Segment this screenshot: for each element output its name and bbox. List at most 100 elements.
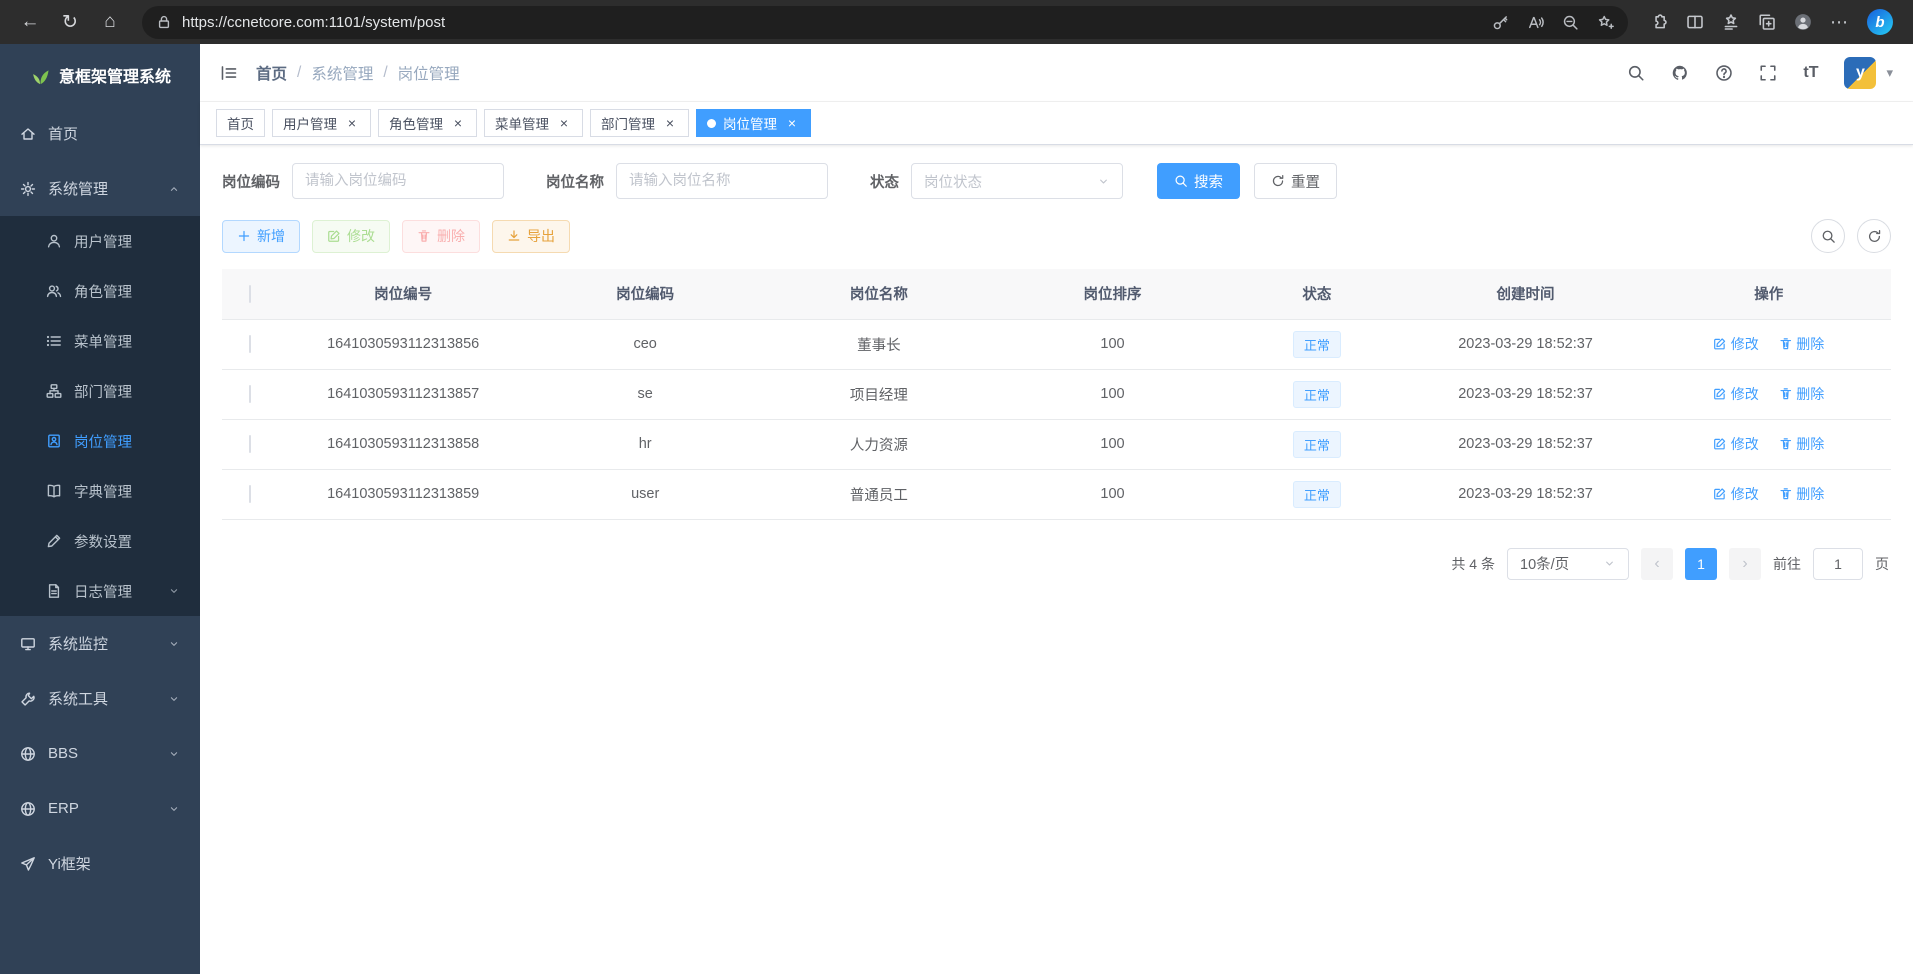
- bing-copilot-icon[interactable]: b: [1867, 9, 1893, 35]
- fullscreen-icon[interactable]: [1759, 64, 1777, 82]
- header-search-icon[interactable]: [1627, 64, 1645, 82]
- zoom-out-icon[interactable]: [1562, 14, 1579, 31]
- close-icon[interactable]: ×: [344, 115, 360, 131]
- user-avatar[interactable]: y: [1844, 57, 1876, 89]
- add-favorite-icon[interactable]: [1597, 14, 1614, 31]
- tab-user-mgmt[interactable]: 用户管理 ×: [272, 109, 371, 137]
- close-icon[interactable]: ×: [556, 115, 572, 131]
- chevron-down-icon: [168, 748, 180, 760]
- row-edit-link[interactable]: 修改: [1713, 384, 1759, 404]
- refresh-table-button[interactable]: [1857, 219, 1891, 253]
- tab-label: 部门管理: [601, 113, 655, 133]
- post-name-input[interactable]: [616, 163, 828, 199]
- page-size-select[interactable]: 10条/页: [1507, 548, 1629, 580]
- delete-button[interactable]: 删除: [402, 220, 480, 253]
- sidebar-subitem-dept-mgmt[interactable]: 部门管理: [0, 366, 200, 416]
- browser-toolbar: ← ↻ ⌂ https://ccnetcore.com:1101/system/…: [0, 0, 1913, 44]
- address-bar[interactable]: https://ccnetcore.com:1101/system/post: [142, 6, 1628, 39]
- row-checkbox[interactable]: [249, 335, 251, 353]
- next-page-button[interactable]: ›: [1729, 548, 1761, 580]
- prev-page-button[interactable]: ‹: [1641, 548, 1673, 580]
- add-button-label: 新增: [257, 226, 285, 246]
- status-select-placeholder: 岗位状态: [924, 171, 982, 192]
- app-logo[interactable]: 意框架管理系统: [0, 44, 200, 106]
- reset-button[interactable]: 重置: [1254, 163, 1337, 199]
- row-checkbox[interactable]: [249, 435, 251, 453]
- chevron-down-icon: [1097, 175, 1110, 188]
- collections-icon[interactable]: [1758, 13, 1776, 31]
- sidebar-item-system-monitor[interactable]: 系统监控: [0, 616, 200, 671]
- browser-back-button[interactable]: ←: [12, 4, 48, 40]
- search-icon: [1821, 229, 1836, 244]
- row-edit-link[interactable]: 修改: [1713, 484, 1759, 504]
- breadcrumb-system-mgmt: 系统管理: [311, 62, 373, 84]
- tab-home[interactable]: 首页: [216, 109, 265, 137]
- row-delete-link[interactable]: 删除: [1779, 334, 1825, 354]
- export-button[interactable]: 导出: [492, 220, 570, 253]
- sidebar-subitem-param-settings[interactable]: 参数设置: [0, 516, 200, 566]
- browser-menu-icon[interactable]: ⋯: [1830, 13, 1849, 31]
- status-badge: 正常: [1293, 481, 1341, 508]
- sidebar-subitem-post-mgmt[interactable]: 岗位管理: [0, 416, 200, 466]
- sidebar-toggle-button[interactable]: [220, 64, 238, 82]
- edit-button[interactable]: 修改: [312, 220, 390, 253]
- tab-dept-mgmt[interactable]: 部门管理 ×: [590, 109, 689, 137]
- search-button[interactable]: 搜索: [1157, 163, 1240, 199]
- row-delete-label: 删除: [1796, 484, 1824, 504]
- goto-page-input[interactable]: [1813, 548, 1863, 580]
- sidebar-item-bbs[interactable]: BBS: [0, 726, 200, 781]
- site-lock-icon: [156, 14, 172, 30]
- sidebar-subitem-role-mgmt[interactable]: 角色管理: [0, 266, 200, 316]
- tab-role-mgmt[interactable]: 角色管理 ×: [378, 109, 477, 137]
- split-screen-icon[interactable]: [1686, 13, 1704, 31]
- close-icon[interactable]: ×: [450, 115, 466, 131]
- close-icon[interactable]: ×: [662, 115, 678, 131]
- row-checkbox[interactable]: [249, 385, 251, 403]
- sidebar-item-label: ERP: [48, 800, 79, 817]
- tab-label: 首页: [227, 113, 254, 133]
- breadcrumb-home[interactable]: 首页: [256, 62, 287, 84]
- sidebar-item-erp[interactable]: ERP: [0, 781, 200, 836]
- browser-refresh-button[interactable]: ↻: [52, 4, 88, 40]
- search-icon: [1174, 174, 1188, 188]
- row-delete-link[interactable]: 删除: [1779, 484, 1825, 504]
- row-checkbox[interactable]: [249, 485, 251, 503]
- breadcrumb: 首页 / 系统管理 / 岗位管理: [256, 62, 460, 84]
- browser-profile-avatar[interactable]: [1794, 13, 1812, 31]
- sidebar-item-home[interactable]: 首页: [0, 106, 200, 161]
- close-icon[interactable]: ×: [784, 115, 800, 131]
- font-size-icon[interactable]: tT: [1803, 64, 1818, 82]
- favorites-icon[interactable]: [1722, 13, 1740, 31]
- add-button[interactable]: 新增: [222, 220, 300, 253]
- avatar-caret-icon[interactable]: ▾: [1886, 65, 1893, 81]
- row-edit-link[interactable]: 修改: [1713, 434, 1759, 454]
- browser-home-button[interactable]: ⌂: [92, 4, 128, 40]
- sidebar-subitem-dict-mgmt[interactable]: 字典管理: [0, 466, 200, 516]
- sidebar-item-system-tools[interactable]: 系统工具: [0, 671, 200, 726]
- sidebar-item-yi-framework[interactable]: Yi框架: [0, 836, 200, 891]
- password-key-icon[interactable]: [1492, 14, 1509, 31]
- toggle-search-button[interactable]: [1811, 219, 1845, 253]
- row-edit-link[interactable]: 修改: [1713, 334, 1759, 354]
- tab-menu-mgmt[interactable]: 菜单管理 ×: [484, 109, 583, 137]
- table-row: 1641030593112313859 user 普通员工 100 正常 202…: [222, 469, 1891, 519]
- page-1-button[interactable]: 1: [1685, 548, 1717, 580]
- sidebar-subitem-user-mgmt[interactable]: 用户管理: [0, 216, 200, 266]
- read-aloud-icon[interactable]: [1527, 14, 1544, 31]
- header-actions: tT y ▾: [1627, 57, 1893, 89]
- sidebar-subitem-menu-mgmt[interactable]: 菜单管理: [0, 316, 200, 366]
- row-delete-link[interactable]: 删除: [1779, 434, 1825, 454]
- status-select[interactable]: 岗位状态: [911, 163, 1123, 199]
- sidebar-item-system-mgmt[interactable]: 系统管理: [0, 161, 200, 216]
- pencil-icon: [46, 533, 62, 549]
- docs-question-icon[interactable]: [1715, 64, 1733, 82]
- tab-post-mgmt[interactable]: 岗位管理 ×: [696, 109, 811, 137]
- extensions-icon[interactable]: [1650, 13, 1668, 31]
- post-code-input[interactable]: [292, 163, 504, 199]
- row-delete-link[interactable]: 删除: [1779, 384, 1825, 404]
- trash-icon: [1779, 437, 1793, 451]
- select-all-checkbox[interactable]: [249, 285, 251, 303]
- plus-icon: [237, 229, 251, 243]
- sidebar-subitem-log-mgmt[interactable]: 日志管理: [0, 566, 200, 616]
- github-icon[interactable]: [1671, 64, 1689, 82]
